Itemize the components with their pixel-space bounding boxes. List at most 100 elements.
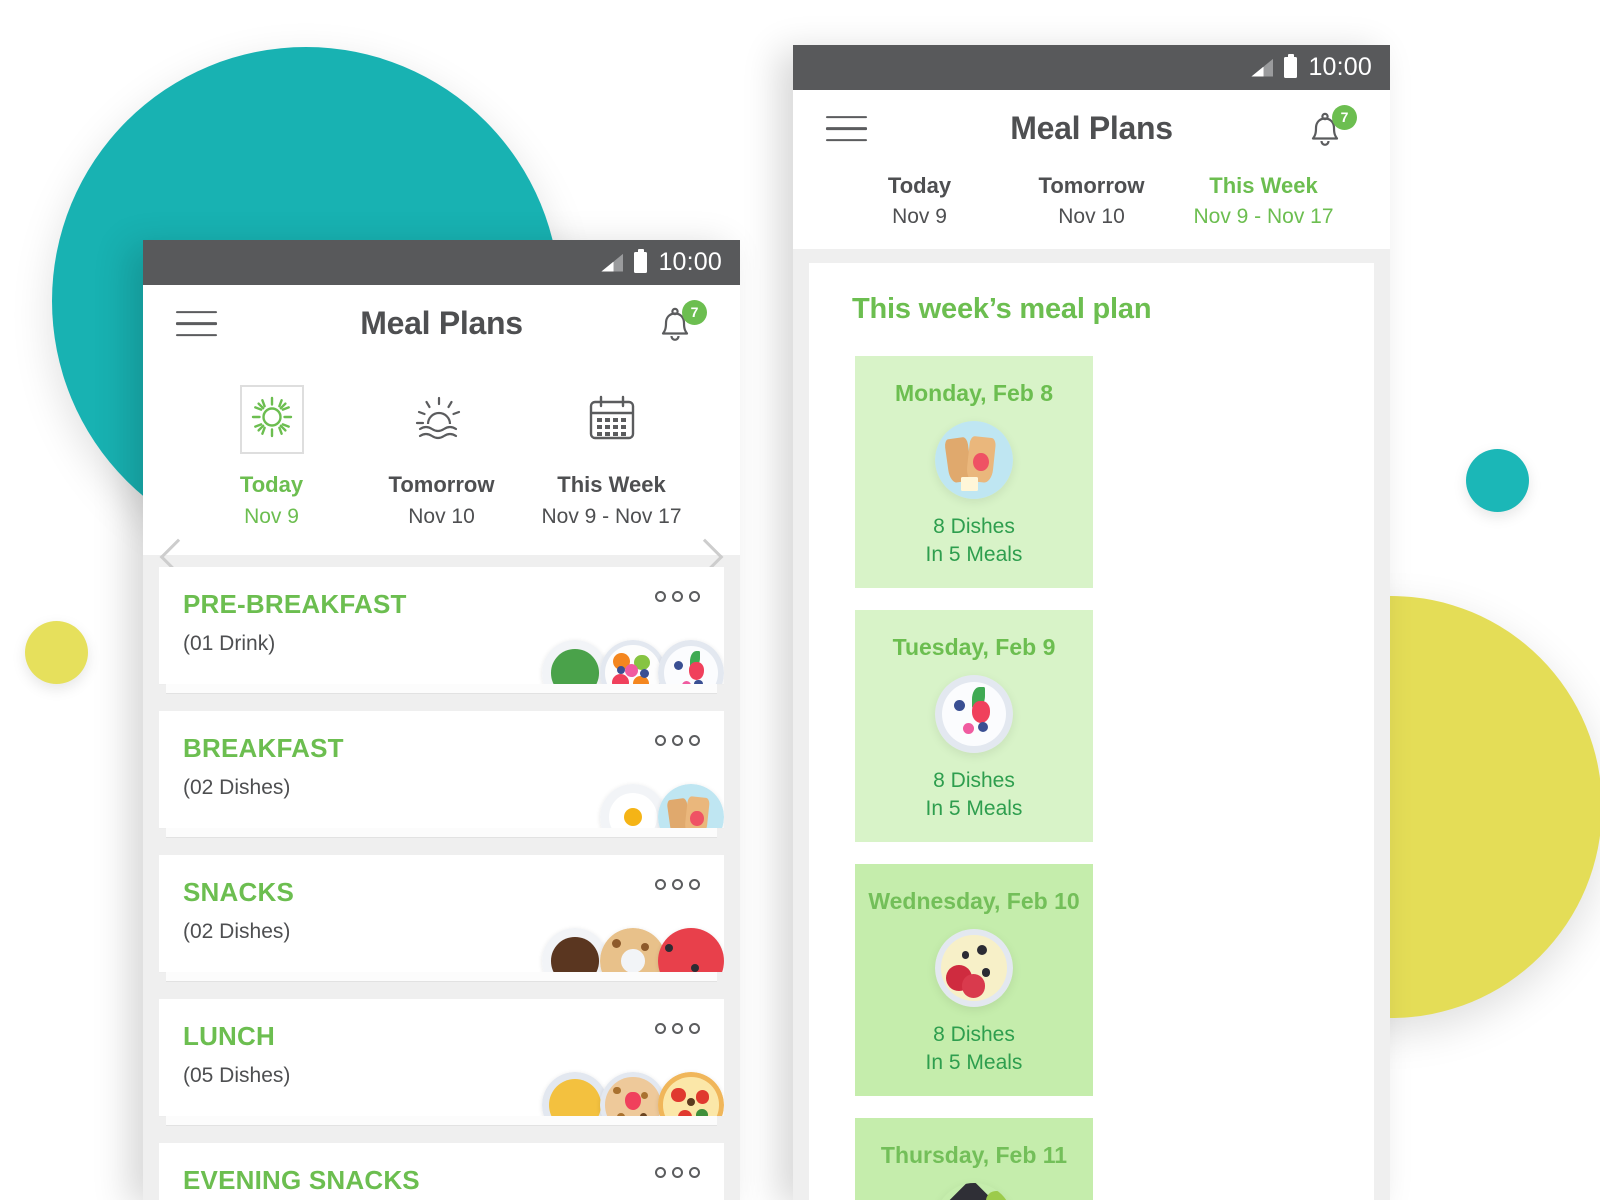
egg-icon [600, 784, 666, 828]
tab-today-date: Nov 9 [892, 205, 947, 228]
week-panel: This week’s meal plan Monday, Feb 8 8 Dis… [809, 263, 1374, 1200]
tab-tomorrow-label: Tomorrow [1038, 173, 1145, 198]
donut-icon [600, 928, 666, 972]
meal-card-body[interactable]: EVENING SNACKS [159, 1143, 724, 1200]
day-tab-this-week-label: This Week [557, 472, 666, 497]
meal-list[interactable]: PRE-BREAKFAST (01 Drink) BREAKFAST (02 Dish… [143, 555, 740, 1200]
day-selector: Today Nov 9 Tomorrow Nov 10 This Week No… [143, 362, 740, 576]
more-options-icon[interactable] [655, 735, 700, 746]
tab-this-week-date: Nov 9 - Nov 17 [1193, 205, 1334, 228]
tab-today-label: Today [887, 173, 952, 198]
meal-card[interactable]: EVENING SNACKS [159, 1143, 724, 1200]
decorative-circle-teal-small [1466, 449, 1529, 512]
day-card[interactable]: Thursday, Feb 118 DishesIn 5 Meals [855, 1118, 1093, 1200]
day-tab-this-week[interactable]: This Week Nov 9 - Nov 17 [527, 380, 697, 529]
tab-this-week-label: This Week [1209, 173, 1318, 198]
meal-thumbnail-strip [542, 1072, 724, 1116]
meal-card[interactable]: SNACKS (02 Dishes) [159, 855, 724, 982]
battery-icon [1284, 54, 1298, 78]
tab-this-week[interactable]: This Week Nov 9 - Nov 17 [1178, 173, 1350, 229]
app-bar: Meal Plans 7 [793, 90, 1390, 167]
day-range-tabs: Today Nov 9 Tomorrow Nov 10 This Week No… [793, 167, 1390, 249]
yogurt-bowl-icon [935, 675, 1013, 753]
notification-badge-count: 7 [1332, 104, 1357, 130]
day-card-dish-count: 8 Dishes [933, 769, 1015, 792]
salami-plate-icon [935, 929, 1013, 1007]
toast-plate-icon [935, 421, 1013, 499]
day-tab-today-date: Nov 9 [244, 505, 299, 528]
phone-mockup-week-view: 10:00 Meal Plans 7 Today Nov 9 Tomorrow … [793, 45, 1390, 1200]
more-options-icon[interactable] [655, 879, 700, 890]
status-bar-time: 10:00 [1308, 53, 1372, 81]
more-options-icon[interactable] [655, 1167, 700, 1178]
hamburger-menu-icon[interactable] [176, 310, 217, 337]
day-card[interactable]: Monday, Feb 8 8 Dishes In 5 Meals [855, 356, 1093, 588]
meal-card-body[interactable]: SNACKS (02 Dishes) [159, 855, 724, 973]
meal-card-body[interactable]: PRE-BREAKFAST (01 Drink) [159, 567, 724, 685]
week-day-card-grid: Monday, Feb 88 Dishes In 5 Meals Tuesday, … [809, 356, 1374, 1200]
greens-icon [542, 640, 608, 684]
meal-title: PRE-BREAKFAST [183, 589, 407, 619]
day-card-title: Thursday, Feb 11 [880, 1142, 1068, 1168]
meal-thumbnail-strip [542, 928, 724, 972]
day-card-dish-count: 8 Dishes [933, 515, 1015, 538]
day-tab-today-label: Today [239, 472, 304, 497]
calendar-icon [589, 395, 634, 440]
tab-tomorrow[interactable]: Tomorrow Nov 10 [1006, 173, 1178, 229]
oatmeal-bowl-icon [600, 1072, 666, 1116]
toast-plate-icon [658, 784, 724, 828]
meal-card-body[interactable]: LUNCH (05 Dishes) [159, 999, 724, 1117]
watermelon-icon [658, 928, 724, 972]
phone-mockup-today-view: 10:00 Meal Plans 7 Today Nov 9 Tomorrow … [143, 240, 740, 1200]
meal-thumbnail-strip [600, 784, 724, 828]
day-tab-tomorrow[interactable]: Tomorrow Nov 10 [357, 380, 527, 529]
status-bar: 10:00 [793, 45, 1390, 90]
status-bar-time: 10:00 [658, 248, 722, 276]
decorative-circle-yellow-small [25, 621, 88, 684]
page-title: Meal Plans [1010, 110, 1173, 146]
meal-title: LUNCH [183, 1021, 275, 1051]
day-card-meal-count: In 5 Meals [925, 1051, 1023, 1075]
fruit-salad-icon [600, 640, 666, 684]
meal-title: BREAKFAST [183, 733, 344, 763]
status-bar: 10:00 [143, 240, 740, 285]
battery-icon [634, 249, 648, 273]
section-heading: This week’s meal plan [852, 293, 1152, 325]
meal-card-body[interactable]: BREAKFAST (02 Dishes) [159, 711, 724, 829]
sunrise-icon [415, 396, 460, 440]
notification-bell-button[interactable]: 7 [1305, 104, 1357, 153]
week-scroll-area[interactable]: This week’s meal plan Monday, Feb 8 8 Dis… [793, 249, 1390, 1200]
app-bar: Meal Plans 7 [143, 285, 740, 362]
meal-thumbnail-strip [542, 640, 724, 684]
meal-card[interactable]: BREAKFAST (02 Dishes) [159, 711, 724, 838]
page-title: Meal Plans [360, 305, 523, 341]
day-card-title: Tuesday, Feb 9 [892, 634, 1056, 660]
day-card-title: Monday, Feb 8 [894, 380, 1054, 406]
tab-today[interactable]: Today Nov 9 [834, 173, 1006, 229]
meal-card[interactable]: PRE-BREAKFAST (01 Drink) [159, 567, 724, 694]
more-options-icon[interactable] [655, 591, 700, 602]
sun-icon [251, 396, 292, 437]
soup-icon [542, 1072, 608, 1116]
day-tab-this-week-date: Nov 9 - Nov 17 [541, 505, 682, 528]
pizza-icon [658, 1072, 724, 1116]
meal-card[interactable]: LUNCH (05 Dishes) [159, 999, 724, 1126]
day-card[interactable]: Tuesday, Feb 9 8 Dishes In 5 Meals [855, 610, 1093, 842]
day-card-title: Wednesday, Feb 10 [868, 888, 1080, 914]
signal-bars-icon [601, 253, 624, 272]
signal-bars-icon [1251, 58, 1274, 77]
day-card[interactable]: Wednesday, Feb 10 8 Dishes In 5 Meals [855, 864, 1093, 1096]
day-card-meal-count: In 5 Meals [925, 543, 1023, 567]
hamburger-menu-icon[interactable] [826, 115, 867, 142]
meal-title: EVENING SNACKS [183, 1165, 420, 1195]
day-card-meal-count: In 5 Meals [925, 797, 1023, 821]
day-card-dish-count: 8 Dishes [933, 1023, 1015, 1046]
more-options-icon[interactable] [655, 1023, 700, 1034]
meal-title: SNACKS [183, 877, 294, 907]
day-tab-today[interactable]: Today Nov 9 [187, 380, 357, 529]
notification-bell-button[interactable]: 7 [655, 299, 707, 348]
notification-badge-count: 7 [682, 299, 707, 325]
sushi-plate-icon [935, 1183, 1013, 1200]
day-tab-tomorrow-label: Tomorrow [388, 472, 495, 497]
yogurt-bowl-icon [658, 640, 724, 684]
